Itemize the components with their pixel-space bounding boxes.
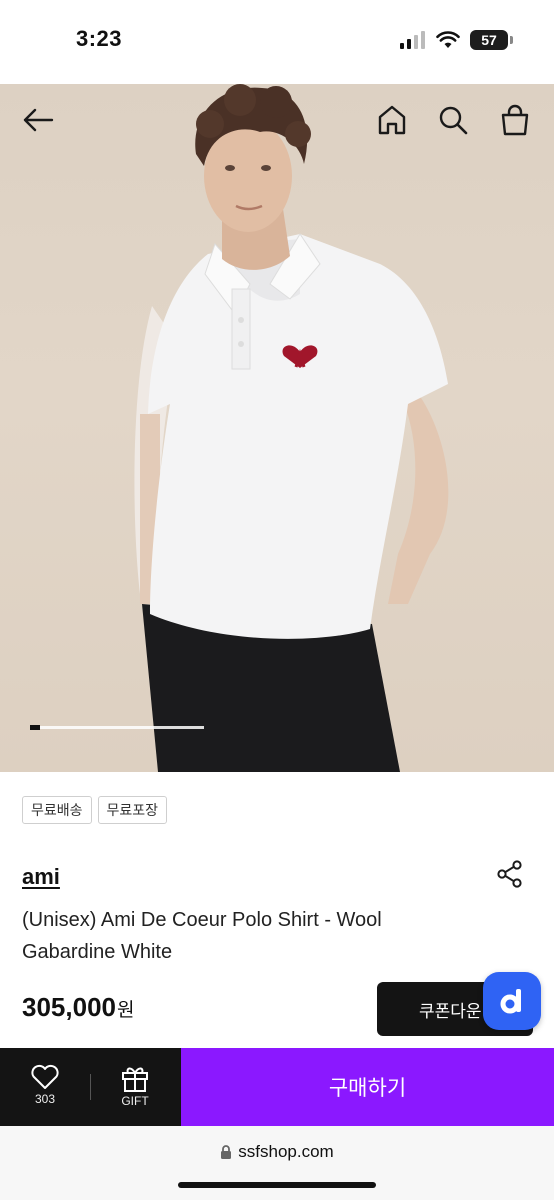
action-bar-left: 303 GIFT [0,1048,181,1126]
search-icon [439,106,468,135]
gallery-pager [30,725,204,730]
home-indicator[interactable] [178,1182,376,1188]
action-divider [90,1074,91,1100]
share-button[interactable] [494,858,526,890]
free-wrapping-tag: 무료포장 [97,796,168,824]
d-logo-icon [500,989,521,1014]
product-photo [134,84,449,772]
status-time: 3:23 [76,26,123,51]
buy-now-button[interactable]: 구매하기 [181,1048,554,1126]
back-arrow-icon [23,108,54,132]
gift-label: GIFT [121,1094,149,1108]
battery-icon: 57 [470,30,513,50]
product-price: 305,000원 [22,992,134,1023]
home-button[interactable] [372,100,412,140]
wifi-icon [436,31,460,48]
free-shipping-tag: 무료배송 [22,796,92,824]
floating-d-button[interactable] [483,972,541,1030]
share-icon [497,860,522,888]
price-currency: 원 [116,1000,135,1021]
product-image-gallery[interactable] [0,84,554,772]
price-amount: 305,000 [22,992,116,1022]
benefit-tags: 무료배송 무료포장 [22,796,168,824]
shopping-bag-icon [501,104,529,136]
back-button[interactable] [18,100,58,140]
brand-link[interactable]: ami [22,864,60,890]
cart-button[interactable] [495,100,535,140]
battery-level: 57 [481,32,497,48]
search-button[interactable] [433,100,473,140]
home-icon [378,105,406,135]
browser-url-bar[interactable]: ssfshop.com [0,1126,554,1200]
gift-button[interactable]: GIFT [110,1064,160,1108]
product-name: (Unisex) Ami De Coeur Polo Shirt - Wool … [22,909,382,963]
status-bar: 3:23 57 [0,0,554,84]
url-display[interactable]: ssfshop.com [0,1142,554,1162]
url-text: ssfshop.com [238,1142,334,1161]
gift-icon [122,1067,148,1092]
bottom-action-bar: 303 GIFT 구매하기 [0,1048,554,1126]
wishlist-count: 303 [34,1092,56,1106]
signal-icon [400,31,425,49]
lock-icon [221,1144,232,1159]
heart-icon [31,1064,59,1089]
wishlist-button[interactable]: 303 [20,1064,70,1106]
coupon-button-label: 쿠폰다운 [419,1001,482,1021]
gallery-pager-indicator [30,725,40,730]
status-icons: 57 [400,30,513,50]
